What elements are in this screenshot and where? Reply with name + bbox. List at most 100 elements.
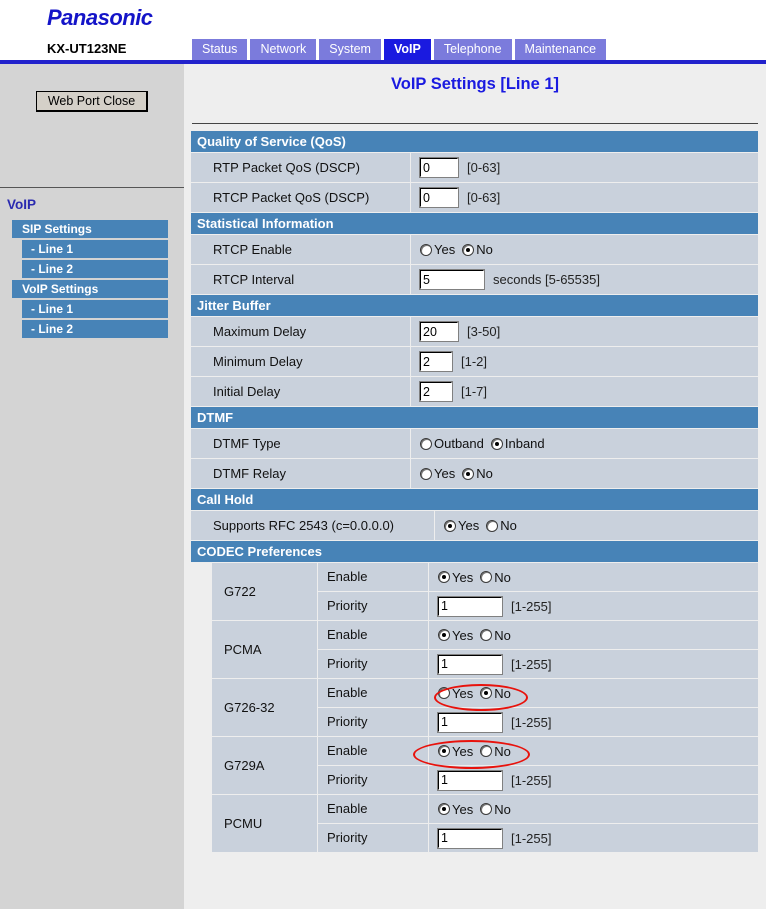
codec-block-g722: G722EnableYesNoPriority[1-255]	[191, 563, 758, 620]
rtcp-interval-input[interactable]	[420, 270, 484, 289]
radio-icon[interactable]	[438, 803, 450, 815]
codec-g726-32-enable-yes[interactable]: Yes	[438, 686, 473, 701]
codec-enable-label: Enable	[318, 737, 428, 765]
radio-icon[interactable]	[420, 244, 432, 256]
sidebar-item-line-1-4[interactable]: - Line 1	[22, 300, 168, 318]
codec-priority-value: [1-255]	[429, 708, 758, 736]
sidebar-item-voip-settings-3[interactable]: VoIP Settings	[12, 280, 168, 298]
dtmf-relay-no[interactable]: No	[462, 459, 493, 488]
web-port-close-button[interactable]: Web Port Close	[36, 91, 148, 112]
sidebar-item-line-1-1[interactable]: - Line 1	[22, 240, 168, 258]
rfc2543-yes[interactable]: Yes	[444, 511, 479, 540]
row-label: RTCP Enable	[191, 235, 410, 264]
section-header-dtmf: DTMF	[191, 407, 758, 428]
codec-priority-label: Priority	[318, 592, 428, 620]
codec-pcma-priority-input[interactable]	[438, 655, 502, 674]
rtcp-interval-hint: seconds [5-65535]	[493, 265, 600, 294]
codec-g722-enable-no[interactable]: No	[480, 570, 511, 585]
radio-icon[interactable]	[480, 803, 492, 815]
initial-delay-input[interactable]	[420, 382, 452, 401]
sidebar-item-line-2-5[interactable]: - Line 2	[22, 320, 168, 338]
radio-icon[interactable]	[420, 438, 432, 450]
codec-pcmu-enable-no[interactable]: No	[480, 802, 511, 817]
rtcp-packet-qos-input[interactable]	[420, 188, 458, 207]
tab-system[interactable]: System	[319, 39, 381, 60]
radio-icon[interactable]	[491, 438, 503, 450]
radio-icon[interactable]	[480, 571, 492, 583]
codec-name: G722	[212, 563, 317, 620]
codec-g729a-priority-input[interactable]	[438, 771, 502, 790]
codec-pcmu-priority-input[interactable]	[438, 829, 502, 848]
rfc2543-no[interactable]: No	[486, 511, 517, 540]
codec-pcma-enable-no[interactable]: No	[480, 628, 511, 643]
codec-g729a-enable-no[interactable]: No	[480, 744, 511, 759]
codec-g722-priority-input[interactable]	[438, 597, 502, 616]
radio-icon[interactable]	[480, 687, 492, 699]
minimum-delay-input[interactable]	[420, 352, 452, 371]
radio-label: Yes	[452, 628, 473, 643]
radio-icon[interactable]	[462, 468, 474, 480]
codec-priority-row-g722: Priority[1-255]	[318, 592, 758, 620]
section-header-call-hold: Call Hold	[191, 489, 758, 510]
row-value: [0-63]	[411, 183, 758, 212]
main-content: VoIP Settings [Line 1] Quality of Servic…	[184, 64, 766, 909]
radio-icon[interactable]	[438, 687, 450, 699]
row-label: RTCP Packet QoS (DSCP)	[191, 183, 410, 212]
codec-enable-row-g722: EnableYesNo	[318, 563, 758, 591]
codec-name: PCMU	[212, 795, 317, 852]
codec-priority-label: Priority	[318, 708, 428, 736]
tab-telephone[interactable]: Telephone	[434, 39, 512, 60]
radio-icon[interactable]	[486, 520, 498, 532]
row-label: Minimum Delay	[191, 347, 410, 376]
section-header-jitter-buffer: Jitter Buffer	[191, 295, 758, 316]
row-maximum-delay: Maximum Delay [3-50]	[191, 317, 758, 346]
radio-icon[interactable]	[438, 745, 450, 757]
sidebar-item-line-2-2[interactable]: - Line 2	[22, 260, 168, 278]
dtmf-relay-yes[interactable]: Yes	[420, 459, 455, 488]
row-label: DTMF Relay	[191, 459, 410, 488]
sidebar-item-sip-settings-0[interactable]: SIP Settings	[12, 220, 168, 238]
codec-g722-enable-yes[interactable]: Yes	[438, 570, 473, 585]
rtp-packet-qos-input[interactable]	[420, 158, 458, 177]
codec-g726-32-priority-input[interactable]	[438, 713, 502, 732]
codec-name: G729A	[212, 737, 317, 794]
dtmf-type-inband[interactable]: Inband	[491, 429, 545, 458]
rtcp-enable-yes[interactable]: Yes	[420, 235, 455, 264]
rfc2543-radio-group: Yes No	[444, 511, 524, 540]
radio-label: Yes	[452, 802, 473, 817]
radio-label: Inband	[505, 429, 545, 458]
codec-enable-row-pcmu: Enable Yes No	[318, 795, 758, 823]
row-supports-rfc-2543: Supports RFC 2543 (c=0.0.0.0) Yes No	[191, 511, 758, 540]
codec-priority-value: [1-255]	[429, 592, 758, 620]
radio-icon[interactable]	[480, 745, 492, 757]
codec-block-g729a: G729AEnableYesNoPriority[1-255]	[191, 737, 758, 794]
rtcp-enable-radio-group: Yes No	[420, 235, 500, 264]
rtcp-enable-no[interactable]: No	[462, 235, 493, 264]
row-value: Outband Inband	[411, 429, 758, 458]
tab-network[interactable]: Network	[250, 39, 316, 60]
row-value: Yes No	[435, 511, 758, 540]
codec-enable-radio-group-pcmu: Yes No	[438, 802, 518, 817]
web-port-close-wrap: Web Port Close	[0, 91, 184, 112]
codec-pcma-enable-yes[interactable]: Yes	[438, 628, 473, 643]
radio-icon[interactable]	[462, 244, 474, 256]
dtmf-type-outband[interactable]: Outband	[420, 429, 484, 458]
initial-delay-hint: [1-7]	[461, 377, 487, 406]
codec-enable-row-g726-32: EnableYesNo	[318, 679, 758, 707]
radio-icon[interactable]	[438, 629, 450, 641]
tab-status[interactable]: Status	[192, 39, 247, 60]
section-header-statistical-information: Statistical Information	[191, 213, 758, 234]
codec-priority-value: [1-255]	[429, 824, 758, 852]
codec-g726-32-enable-no[interactable]: No	[480, 686, 511, 701]
codec-g729a-enable-yes[interactable]: Yes	[438, 744, 473, 759]
tab-maintenance[interactable]: Maintenance	[515, 39, 607, 60]
radio-icon[interactable]	[444, 520, 456, 532]
radio-icon[interactable]	[438, 571, 450, 583]
codec-pcmu-enable-yes[interactable]: Yes	[438, 802, 473, 817]
tab-voip[interactable]: VoIP	[384, 39, 431, 60]
main-tab-bar: StatusNetworkSystemVoIPTelephoneMaintena…	[192, 39, 606, 60]
radio-icon[interactable]	[480, 629, 492, 641]
codec-enable-label: Enable	[318, 795, 428, 823]
maximum-delay-input[interactable]	[420, 322, 458, 341]
radio-icon[interactable]	[420, 468, 432, 480]
